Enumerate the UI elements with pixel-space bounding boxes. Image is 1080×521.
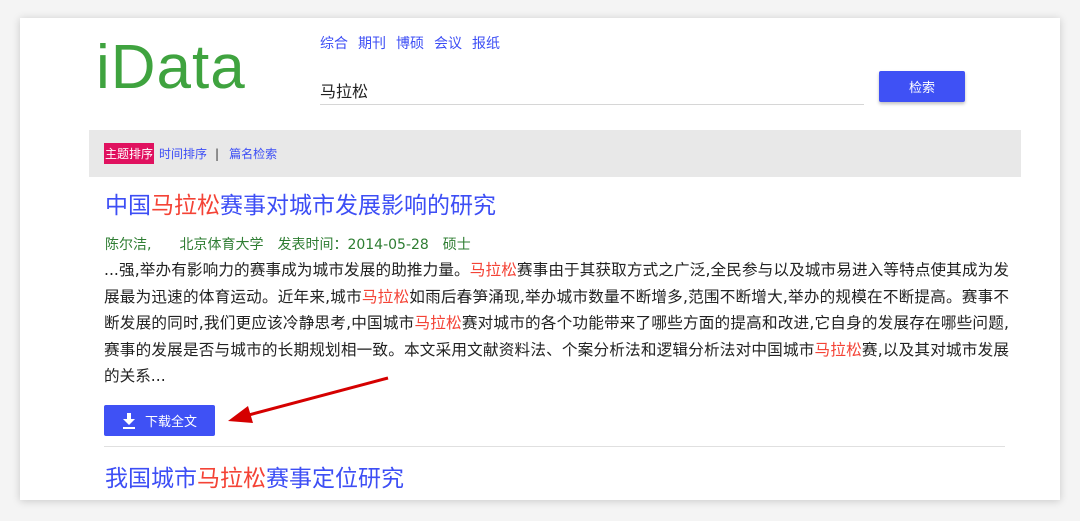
annotation-arrow-icon [228,376,389,423]
